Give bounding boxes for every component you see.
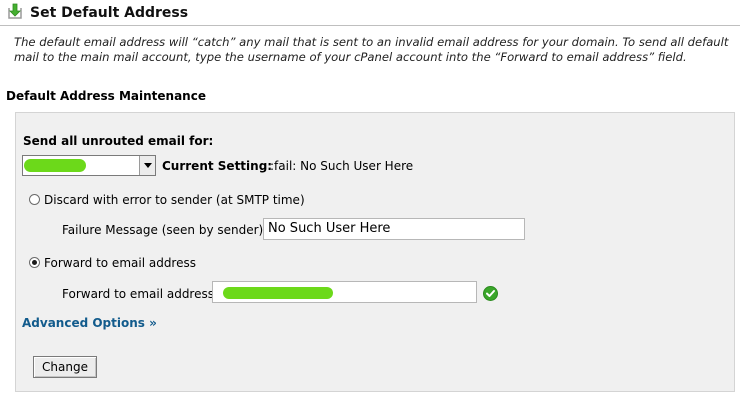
failure-message-input[interactable]: No Such User Here	[263, 218, 525, 240]
page-title: Set Default Address	[30, 5, 189, 21]
chevron-down-icon	[144, 163, 152, 168]
default-address-panel	[15, 112, 735, 392]
discard-radio[interactable]	[29, 194, 40, 205]
discard-label[interactable]: Discard with error to sender (at SMTP ti…	[44, 193, 305, 207]
checkmark-icon	[483, 286, 498, 301]
change-button[interactable]: Change	[33, 356, 97, 378]
send-unrouted-label: Send all unrouted email for:	[23, 134, 214, 148]
page-description: The default email address will “catch” a…	[14, 35, 729, 64]
redaction-mark	[24, 159, 86, 172]
forward-address-label: Forward to email address:	[62, 287, 219, 301]
forward-label[interactable]: Forward to email address	[44, 256, 196, 270]
current-setting-value: :fail: No Such User Here	[270, 159, 414, 173]
advanced-options-link[interactable]: Advanced Options »	[22, 316, 157, 330]
current-setting-label: Current Setting:	[162, 159, 273, 173]
section-title: Default Address Maintenance	[6, 89, 206, 103]
redaction-mark	[223, 287, 333, 299]
header-divider	[0, 25, 740, 26]
domain-select[interactable]	[22, 155, 156, 176]
download-arrow-icon	[5, 2, 25, 22]
forward-address-input[interactable]	[212, 281, 477, 303]
failure-message-label: Failure Message (seen by sender):	[62, 223, 268, 237]
select-dropdown-button[interactable]	[139, 156, 155, 175]
forward-radio[interactable]	[29, 257, 40, 268]
radio-selected-dot	[32, 260, 37, 265]
